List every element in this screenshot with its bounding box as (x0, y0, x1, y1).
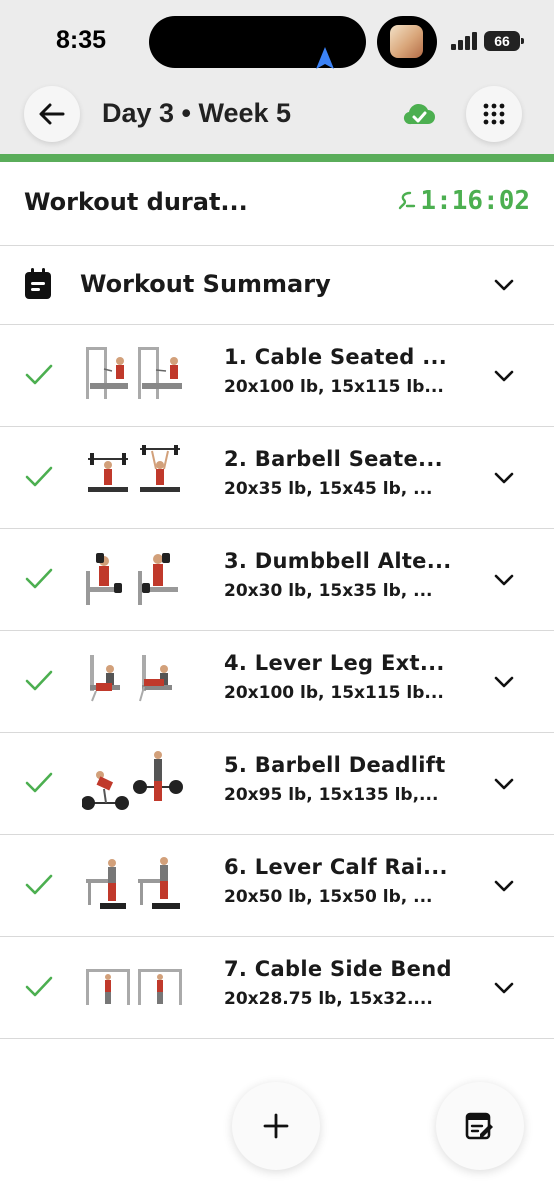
exercise-thumbnail (86, 969, 182, 1005)
exercise-sets: 20x95 lb, 15x135 lb,... (224, 785, 439, 805)
page-title: Day 3 • Week 5 (102, 98, 292, 128)
exercise-sets: 20x35 lb, 15x45 lb, ... (224, 479, 433, 499)
exercise-sets: 20x50 lb, 15x50 lb, ... (224, 887, 433, 907)
timer-value: 1:16:02 (420, 186, 530, 216)
exercise-thumbnail (82, 751, 183, 810)
exercise-row-3[interactable]: 3. Dumbbell Alte... 20x30 lb, 15x35 lb, … (0, 529, 554, 631)
exercise-sets: 20x28.75 lb, 15x32.... (224, 989, 433, 1009)
signal-icon (451, 32, 477, 50)
dynamic-island (149, 16, 366, 69)
exercise-row-2[interactable]: 2. Barbell Seate... 20x35 lb, 15x45 lb, … (0, 427, 554, 529)
progress-line (0, 154, 554, 162)
status-bar: 8:35 66 (0, 0, 554, 80)
check-icon (25, 568, 53, 589)
exercise-name: 4. Lever Leg Ext... (224, 651, 445, 675)
exercise-name: 6. Lever Calf Rai... (224, 855, 448, 879)
exercise-name: 1. Cable Seated ... (224, 345, 448, 369)
running-icon (399, 191, 416, 210)
back-button[interactable] (24, 86, 80, 142)
exercise-sets: 20x100 lb, 15x115 lb... (224, 683, 444, 703)
avatar-image (390, 25, 423, 58)
exercise-thumbnail (86, 857, 180, 909)
top-area: 8:35 66 Day 3 • Week 5 (0, 0, 554, 154)
notes-button[interactable] (436, 1082, 524, 1170)
exercise-row-4[interactable]: 4. Lever Leg Ext... 20x100 lb, 15x115 lb… (0, 631, 554, 733)
duration-timer: 1:16:02 (398, 186, 530, 216)
edit-notes-icon (465, 1112, 493, 1140)
chevron-down-icon[interactable] (493, 573, 515, 587)
workout-duration-row[interactable]: Workout durat... 1:16:02 (0, 162, 554, 246)
check-icon (25, 976, 53, 997)
cloud-check-icon[interactable] (402, 100, 436, 128)
header: Day 3 • Week 5 (0, 80, 554, 154)
exercise-sets: 20x30 lb, 15x35 lb, ... (224, 581, 433, 601)
navigation-arrow-icon (316, 47, 334, 69)
chevron-down-icon[interactable] (493, 369, 515, 383)
chevron-down-icon[interactable] (493, 879, 515, 893)
status-time: 8:35 (56, 26, 107, 54)
exercise-thumbnail (88, 445, 180, 492)
plus-icon (263, 1113, 289, 1139)
chevron-down-icon[interactable] (493, 675, 515, 689)
exercise-row-5[interactable]: 5. Barbell Deadlift 20x95 lb, 15x135 lb,… (0, 733, 554, 835)
exercise-name: 5. Barbell Deadlift (224, 753, 446, 777)
exercise-thumbnail (86, 347, 182, 399)
summary-title: Workout Summary (80, 270, 331, 298)
exercise-row-6[interactable]: 6. Lever Calf Rai... 20x50 lb, 15x50 lb,… (0, 835, 554, 937)
exercise-name: 7. Cable Side Bend (224, 957, 452, 981)
check-icon (25, 670, 53, 691)
workout-summary-row[interactable]: Workout Summary (0, 246, 554, 325)
duration-label: Workout durat... (24, 188, 248, 216)
chevron-down-icon[interactable] (493, 278, 515, 292)
exercise-row-7[interactable]: 7. Cable Side Bend 20x28.75 lb, 15x32...… (0, 937, 554, 1039)
check-icon (25, 874, 53, 895)
island-avatar (377, 16, 437, 68)
chevron-down-icon[interactable] (493, 981, 515, 995)
clipboard-icon (25, 268, 51, 299)
grid-dots-icon (483, 103, 505, 125)
exercise-sets: 20x100 lb, 15x115 lb... (224, 377, 444, 397)
exercise-name: 2. Barbell Seate... (224, 447, 443, 471)
check-icon (25, 466, 53, 487)
exercise-name: 3. Dumbbell Alte... (224, 549, 452, 573)
chevron-down-icon[interactable] (493, 471, 515, 485)
check-icon (25, 772, 53, 793)
arrow-left-icon (39, 103, 65, 125)
add-exercise-button[interactable] (232, 1082, 320, 1170)
menu-grid-button[interactable] (466, 86, 522, 142)
chevron-down-icon[interactable] (493, 777, 515, 791)
check-icon (25, 364, 53, 385)
exercise-thumbnail (86, 553, 178, 605)
battery-indicator: 66 (484, 31, 524, 51)
exercise-thumbnail (90, 655, 172, 702)
exercise-row-1[interactable]: 1. Cable Seated ... 20x100 lb, 15x115 lb… (0, 325, 554, 427)
